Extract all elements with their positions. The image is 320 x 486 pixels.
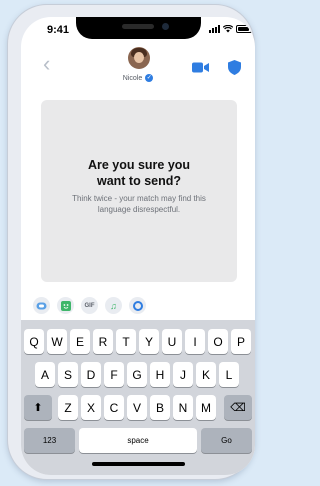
key-t[interactable]: T [116, 329, 136, 354]
key-u[interactable]: U [162, 329, 182, 354]
wifi-icon [223, 25, 233, 33]
key-n[interactable]: N [173, 395, 193, 420]
key-p[interactable]: P [231, 329, 251, 354]
avatar[interactable] [128, 47, 150, 69]
key-j[interactable]: J [173, 362, 193, 387]
key-q[interactable]: Q [24, 329, 44, 354]
key-k[interactable]: K [196, 362, 216, 387]
circle-icon [132, 300, 143, 311]
delete-icon: ⌫ [230, 402, 246, 414]
sticker-icon [60, 300, 71, 311]
video-call-icon[interactable] [192, 62, 209, 73]
shift-icon: ⬆ [33, 402, 43, 414]
key-w[interactable]: W [47, 329, 67, 354]
numbers-key[interactable]: 123 [24, 428, 75, 453]
signal-icon [209, 25, 220, 33]
key-b[interactable]: B [150, 395, 170, 420]
key-m[interactable]: M [196, 395, 216, 420]
verified-badge-icon: ✓ [145, 74, 154, 82]
swipe-button[interactable] [33, 297, 50, 314]
status-time: 9:41 [47, 24, 70, 36]
delete-key[interactable]: ⌫ [224, 395, 252, 420]
back-chevron-icon[interactable]: ‹ [43, 53, 57, 75]
go-key[interactable]: Go [201, 428, 252, 453]
speaker-grill [122, 24, 154, 29]
gif-icon: GIF [84, 302, 95, 309]
phone-frame: 9:41 ‹ Nicole ✓ Are you sure you want to… [7, 4, 255, 480]
front-camera [162, 23, 169, 30]
prompt-title: Are you sure you want to send? [87, 158, 191, 188]
key-h[interactable]: H [150, 362, 170, 387]
home-indicator[interactable] [92, 462, 185, 466]
key-l[interactable]: L [219, 362, 239, 387]
space-key[interactable]: space [79, 428, 197, 453]
send-warning-prompt: Are you sure you want to send? Think twi… [41, 100, 237, 282]
key-i[interactable]: I [185, 329, 205, 354]
sticker-button[interactable] [57, 297, 74, 314]
swipe-icon [36, 302, 47, 309]
contact-name: Nicole [122, 74, 143, 82]
key-a[interactable]: A [35, 362, 55, 387]
contact-name-row[interactable]: Nicole ✓ [21, 74, 255, 82]
key-r[interactable]: R [93, 329, 113, 354]
phone-screen: 9:41 ‹ Nicole ✓ Are you sure you want to… [21, 17, 255, 475]
prompt-message: Think twice - your match may find this l… [72, 194, 206, 214]
key-v[interactable]: V [127, 395, 147, 420]
composer-toolbar: GIF ♫ [21, 293, 255, 319]
music-icon: ♫ [110, 300, 117, 311]
shift-key[interactable]: ⬆ [24, 395, 52, 420]
key-c[interactable]: C [104, 395, 124, 420]
shield-icon[interactable] [228, 60, 241, 75]
music-button[interactable]: ♫ [105, 297, 122, 314]
avatar-face [134, 52, 144, 63]
key-x[interactable]: X [81, 395, 101, 420]
status-icons [209, 25, 252, 33]
circle-button[interactable] [129, 297, 146, 314]
key-e[interactable]: E [70, 329, 90, 354]
key-y[interactable]: Y [139, 329, 159, 354]
battery-icon [236, 25, 252, 33]
key-g[interactable]: G [127, 362, 147, 387]
key-f[interactable]: F [104, 362, 124, 387]
key-o[interactable]: O [208, 329, 228, 354]
chat-header: ‹ Nicole ✓ [21, 43, 255, 95]
keyboard: Q W E R T Y U I O P A S D F G H J K L ⬆ … [21, 320, 255, 475]
gif-button[interactable]: GIF [81, 297, 98, 314]
key-s[interactable]: S [58, 362, 78, 387]
key-d[interactable]: D [81, 362, 101, 387]
phone-notch [76, 17, 201, 39]
key-z[interactable]: Z [58, 395, 78, 420]
